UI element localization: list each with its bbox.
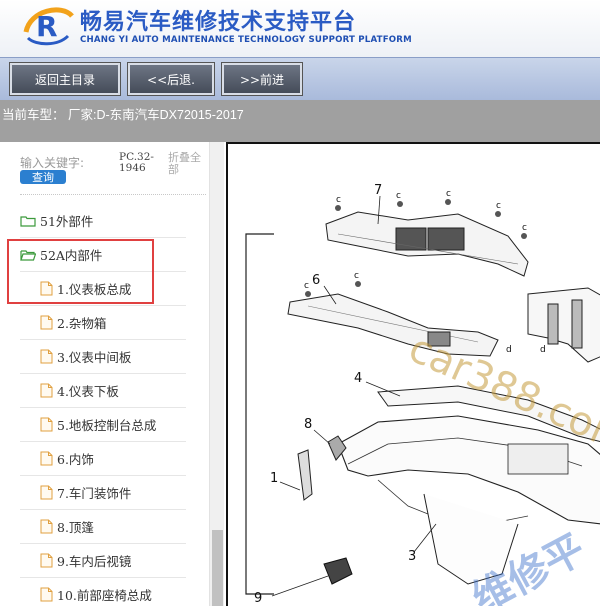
document-icon (40, 315, 53, 330)
tree-item-label: 3.仪表中间板 (57, 350, 132, 365)
document-icon (40, 587, 53, 602)
sidebar-tree-panel: 输入关键字: 查询 PC.32-1946 折叠全部 51外部件 52A内部件 1.仪… (0, 142, 226, 606)
callout-3: 3 (408, 549, 416, 564)
diagram-bracket (245, 233, 274, 595)
tree-item[interactable]: 4.仪表下板 (20, 374, 186, 408)
callout-c-2: c (396, 191, 401, 201)
tree-item[interactable]: 51外部件 (20, 204, 186, 238)
tree-item-label: 5.地板控制台总成 (57, 418, 157, 433)
tree-item-label: 51外部件 (40, 214, 94, 229)
status-bar: 当前车型： 厂家:D-东南汽车DX72015-2017 (0, 100, 600, 142)
pc-code-label: PC.32-1946 (119, 151, 154, 174)
callout-4: 4 (354, 371, 362, 386)
callout-c-7: c (354, 271, 359, 281)
tree-item-label: 6.内饰 (57, 452, 94, 467)
part-1-side-panel (297, 449, 313, 501)
app-window: R 畅易汽车维修技术支持平台 CHANG YI AUTO MAINTENANCE… (0, 0, 600, 606)
chang-yi-logo-icon: R (23, 7, 74, 46)
callout-d-2: d (540, 345, 546, 355)
callout-c-1: c (336, 195, 341, 205)
tree-item-label: 10.前部座椅总成 (57, 588, 152, 603)
tree-item[interactable]: 2.杂物箱 (20, 306, 186, 340)
callout-9: 9 (254, 591, 262, 606)
sidebar-divider (20, 194, 206, 195)
tree-item-label: 8.顶篷 (57, 520, 94, 535)
back-button[interactable]: <<后退. (127, 62, 215, 96)
search-button[interactable]: 查询 (20, 170, 66, 184)
tree-item-label: 4.仪表下板 (57, 384, 119, 399)
home-button[interactable]: 返回主目录 (9, 62, 121, 96)
header-banner: R 畅易汽车维修技术支持平台 CHANG YI AUTO MAINTENANCE… (0, 0, 600, 57)
collapse-all-link[interactable]: 折叠全部 (168, 152, 206, 176)
document-icon (40, 519, 53, 534)
tree-item[interactable]: 6.内饰 (20, 442, 186, 476)
logo-letter: R (36, 10, 58, 43)
current-model-text: 当前车型： 厂家:D-东南汽车DX72015-2017 (2, 108, 244, 122)
dashboard-exploded-diagram: 7 6 4 8 1 3 9 c c c c c c c d d car388.c… (245, 183, 600, 606)
parts-diagram-pane: 7 6 4 8 1 3 9 c c c c c c c d d car388.c… (226, 142, 600, 606)
document-icon (40, 383, 53, 398)
navigation-bar: 返回主目录 <<后退. >>前进 (0, 57, 600, 100)
tree-item[interactable]: 7.车门装饰件 (20, 476, 186, 510)
folder-icon (20, 215, 36, 227)
callout-6: 6 (312, 273, 320, 288)
callout-d-1: d (506, 345, 512, 355)
document-icon (40, 349, 53, 364)
part-7-upper-duct (325, 211, 529, 277)
right-bracket-part (527, 287, 600, 363)
callout-c-5: c (522, 223, 527, 233)
callout-c-3: c (446, 189, 451, 199)
callout-1: 1 (270, 471, 278, 486)
document-icon (40, 553, 53, 568)
callout-c-6: c (304, 281, 309, 291)
document-icon (40, 485, 53, 500)
site-title: 畅易汽车维修技术支持平台 (80, 10, 357, 35)
callout-c-4: c (496, 201, 501, 211)
tree-item[interactable]: 3.仪表中间板 (20, 340, 186, 374)
callout-8: 8 (304, 417, 312, 432)
tree-item[interactable]: 9.车内后视镜 (20, 544, 186, 578)
tree-item-label: 2.杂物箱 (57, 316, 107, 331)
tree-item[interactable]: 10.前部座椅总成 (20, 578, 186, 606)
site-subtitle: CHANG YI AUTO MAINTENANCE TECHNOLOGY SUP… (80, 35, 412, 45)
scrollbar-thumb[interactable] (212, 530, 223, 606)
part-9-knob (323, 557, 353, 585)
callout-7: 7 (374, 183, 382, 198)
highlight-box (7, 239, 154, 304)
document-icon (40, 451, 53, 466)
tree-item[interactable]: 5.地板控制台总成 (20, 408, 186, 442)
document-icon (40, 417, 53, 432)
tree-item-label: 9.车内后视镜 (57, 554, 132, 569)
forward-button[interactable]: >>前进 (221, 62, 303, 96)
sidebar-scrollbar[interactable] (209, 142, 224, 606)
tree-item[interactable]: 8.顶篷 (20, 510, 186, 544)
tree-item-label: 7.车门装饰件 (57, 486, 132, 501)
